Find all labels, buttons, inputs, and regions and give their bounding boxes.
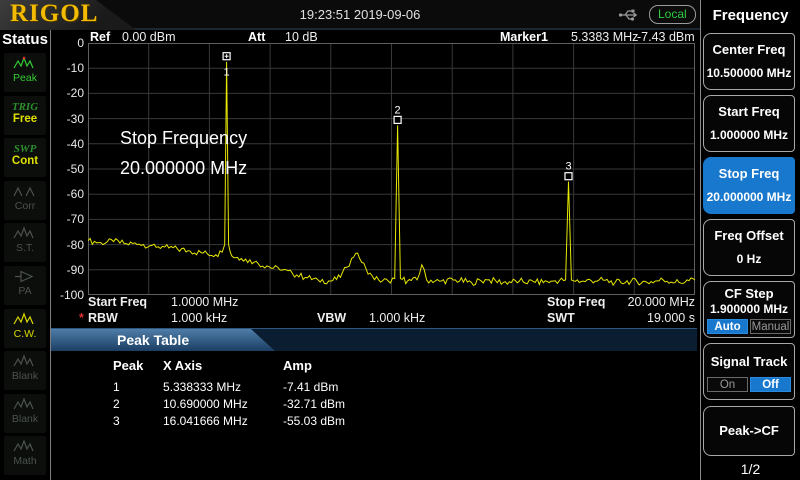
- peak-table-header-1: X Axis: [163, 358, 203, 373]
- marker-3-symbol: [564, 172, 573, 181]
- menu-button-value: 10.500000 MHz: [706, 66, 792, 80]
- local-mode-badge: Local: [649, 5, 696, 24]
- menu-button-cf-step[interactable]: CF Step 1.900000 MHz Auto Manual: [703, 281, 795, 338]
- rbw-label: RBW: [88, 311, 118, 325]
- menu-page-indicator: 1/2: [740, 461, 761, 477]
- menu-button-signal-track[interactable]: Signal Track On Off: [703, 343, 795, 400]
- blank-waveform-icon: [4, 397, 46, 414]
- status-item-label: Blank: [11, 412, 39, 425]
- status-item-blank2: Blank: [4, 393, 46, 433]
- y-tick-label: -70: [66, 212, 84, 227]
- rbw-value: 1.000 kHz: [171, 311, 228, 325]
- ref-label: Ref: [90, 30, 111, 44]
- usb-icon: [618, 7, 642, 28]
- peak-table-title: Peak Table: [117, 332, 190, 348]
- peak-table-cell: -7.41 dBm: [283, 380, 339, 394]
- menu-button-label: CF Step: [724, 286, 774, 301]
- peak-table-cell: -55.03 dBm: [283, 414, 346, 428]
- status-item-label: C.W.: [13, 327, 37, 340]
- status-item-cw: C.W.: [4, 308, 46, 348]
- menu-button-peak-to-cf[interactable]: Peak->CF: [703, 406, 795, 456]
- menu-button-value: 20.000000 MHz: [706, 190, 792, 204]
- status-item-label: Blank: [11, 370, 39, 383]
- marker-2-symbol: [393, 115, 402, 125]
- y-tick-label: -90: [66, 262, 84, 277]
- menu-button-value: 1.000000 MHz: [709, 128, 789, 142]
- blank-waveform-icon: [4, 354, 46, 371]
- overlay-line2: 20.000000 MHz: [120, 158, 248, 178]
- marker-3-label: 3: [565, 161, 571, 173]
- menu-title: Frequency: [712, 7, 789, 24]
- y-tick-label: -30: [66, 111, 84, 126]
- menu-button-start-freq[interactable]: Start Freq 1.000000 MHz: [703, 95, 795, 152]
- rigol-logo: RIGOL: [10, 0, 99, 27]
- math-waveform-icon: [4, 439, 46, 456]
- peak-table-cell: 1: [113, 380, 120, 394]
- peak-table-cell: -32.71 dBm: [283, 397, 346, 411]
- att-label: Att: [248, 30, 266, 44]
- toggle-option-off[interactable]: Off: [750, 377, 791, 392]
- menu-button-stop-freq[interactable]: Stop Freq 20.000000 MHz: [703, 157, 795, 214]
- y-tick-label: -100: [59, 288, 84, 302]
- y-tick-label: -80: [66, 237, 84, 252]
- menu-button-value: 0 Hz: [736, 252, 762, 266]
- toggle-option-auto[interactable]: Auto: [707, 319, 748, 334]
- marker-readout-label: Marker1: [500, 30, 548, 44]
- ref-value: 0.00 dBm: [122, 30, 176, 44]
- stop-freq-value: 20.000 MHz: [627, 295, 695, 309]
- start-freq-value: 1.0000 MHz: [171, 295, 239, 309]
- menu-button-label: Peak->CF: [719, 423, 779, 438]
- toggle-group: Auto Manual: [707, 319, 791, 334]
- y-tick-label: -50: [66, 162, 84, 176]
- menu-button-freq-offset[interactable]: Freq Offset 0 Hz: [703, 219, 795, 276]
- marker-readout-amp: -7.43 dBm: [637, 30, 695, 44]
- y-tick-label: -60: [66, 187, 84, 202]
- marker-readout-freq: 5.3383 MHz: [571, 30, 639, 44]
- start-freq-label: Start Freq: [88, 295, 148, 309]
- stop-freq-label: Stop Freq: [547, 295, 606, 309]
- y-tick-label: -10: [66, 61, 84, 76]
- toggle-group: On Off: [707, 377, 791, 392]
- peak-table-cell: 16.041666 MHz: [163, 414, 248, 428]
- peak-table-header-2: Amp: [283, 358, 312, 373]
- att-value: 10 dB: [285, 30, 318, 44]
- timestamp: 19:23:51 2019-09-06: [299, 7, 421, 22]
- swt-value: 19.000 s: [647, 311, 695, 325]
- menu-button-value: 1.900000 MHz: [709, 302, 789, 316]
- peak-table-cell: 5.338333 MHz: [163, 380, 242, 394]
- rbw-coupled-asterisk: *: [79, 311, 84, 325]
- y-tick-label: -20: [66, 86, 84, 101]
- menu-button-label: Stop Freq: [718, 166, 780, 181]
- swt-label: SWT: [547, 311, 575, 325]
- peak-table-cell: 3: [113, 414, 120, 428]
- toggle-option-manual[interactable]: Manual: [750, 319, 791, 334]
- vbw-label: VBW: [317, 311, 347, 325]
- top-bar: RIGOL 19:23:51 2019-09-06 Local: [0, 0, 800, 30]
- peak-table-cell: 2: [113, 397, 120, 411]
- peak-table-cell: 10.690000 MHz: [163, 397, 248, 411]
- vbw-value: 1.000 kHz: [369, 311, 426, 325]
- marker-2-label: 2: [395, 104, 401, 116]
- y-tick-label: -40: [66, 136, 84, 151]
- toggle-option-on[interactable]: On: [707, 377, 748, 392]
- status-item-label: Corr: [14, 199, 36, 212]
- peak-table-banner: Peak Table: [51, 328, 697, 351]
- spectrum-analyzer-screen: RIGOL 19:23:51 2019-09-06 Local Status P…: [0, 0, 800, 480]
- menu-button-label: Signal Track: [710, 354, 788, 369]
- y-tick-label: 0: [77, 36, 84, 50]
- menu-button-label: Center Freq: [712, 42, 786, 57]
- parameter-entry-overlay: Stop Frequency 20.000000 MHz: [120, 128, 247, 188]
- status-item-blank1: Blank: [4, 351, 46, 391]
- overlay-line1: Stop Frequency: [120, 128, 248, 148]
- peak-table-header-0: Peak: [113, 358, 144, 373]
- cw-waveform-icon: [4, 311, 46, 329]
- menu-button-label: Start Freq: [718, 104, 780, 119]
- status-item-math: Math: [4, 436, 46, 476]
- menu-button-center-freq[interactable]: Center Freq 10.500000 MHz: [703, 33, 795, 90]
- marker-1-label: 1: [224, 67, 230, 79]
- menu-button-label: Freq Offset: [714, 228, 784, 243]
- status-item-label: Math: [13, 455, 37, 468]
- softkey-menu: Frequency Center Freq 10.500000 MHz Start…: [700, 0, 800, 480]
